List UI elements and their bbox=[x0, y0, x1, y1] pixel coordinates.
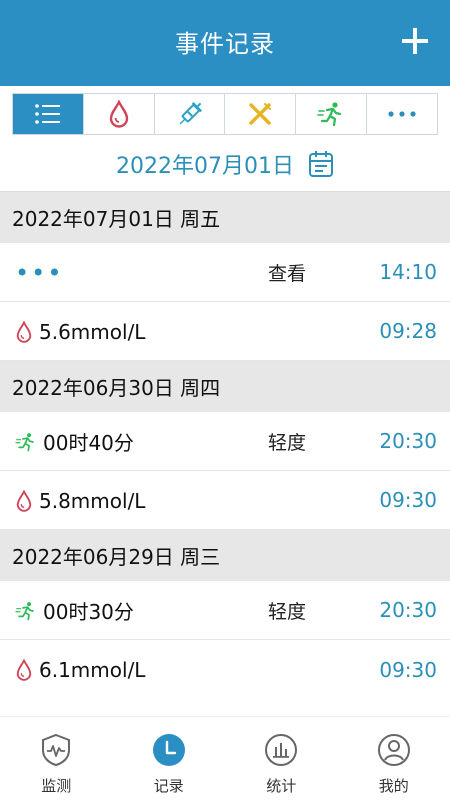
page-title: 事件记录 bbox=[175, 30, 275, 58]
clock-icon bbox=[152, 733, 186, 767]
event-time: 20:30 bbox=[379, 598, 437, 622]
tab-insulin[interactable] bbox=[155, 94, 226, 134]
list-item[interactable]: 00时30分 轻度 20:30 bbox=[0, 581, 450, 640]
blood-drop-icon bbox=[16, 320, 32, 343]
date-picker: 2022年07月01日 bbox=[0, 140, 450, 188]
running-icon bbox=[317, 102, 342, 127]
blood-drop-icon bbox=[16, 489, 32, 512]
list-item-lead: 5.6mmol/L bbox=[15, 302, 145, 361]
event-filter-tabs bbox=[12, 93, 438, 135]
bottom-nav: 监测 记录 统计 我的 bbox=[0, 716, 450, 800]
list-item-lead: 00时40分 bbox=[15, 412, 134, 471]
selected-date[interactable]: 2022年07月01日 bbox=[116, 148, 294, 180]
tab-exercise[interactable] bbox=[296, 94, 368, 134]
event-time: 09:30 bbox=[379, 488, 437, 512]
tab-diet[interactable] bbox=[225, 94, 297, 134]
running-icon bbox=[15, 432, 34, 451]
exercise-intensity: 轻度 bbox=[268, 600, 307, 623]
fork-knife-icon bbox=[249, 103, 272, 125]
list-item[interactable]: 6.1mmol/L 09:30 bbox=[0, 640, 450, 699]
event-time: 09:28 bbox=[379, 319, 437, 343]
app-root: 事件记录 2022年07月01日 2022年07月01日 周五 ••• 查看 1… bbox=[0, 0, 450, 800]
heart-monitor-icon bbox=[39, 733, 73, 767]
nav-label: 我的 bbox=[378, 777, 409, 795]
exercise-duration: 00时40分 bbox=[43, 431, 134, 455]
calendar-icon[interactable] bbox=[308, 150, 334, 178]
nav-label: 记录 bbox=[153, 777, 184, 795]
list-item-lead: ••• bbox=[15, 243, 63, 302]
tab-blood-glucose[interactable] bbox=[84, 94, 155, 134]
glucose-value: 5.8mmol/L bbox=[39, 488, 146, 513]
more-icon: ••• bbox=[15, 258, 64, 287]
list-item-lead: 6.1mmol/L bbox=[15, 640, 145, 699]
nav-label: 统计 bbox=[266, 777, 297, 795]
tab-all[interactable] bbox=[13, 94, 84, 134]
day-header: 2022年06月29日 周三 bbox=[0, 530, 450, 581]
blood-drop-icon bbox=[16, 658, 32, 681]
running-icon bbox=[15, 601, 34, 620]
list-icon bbox=[35, 104, 60, 124]
plus-icon[interactable] bbox=[402, 28, 428, 54]
nav-records[interactable]: 记录 bbox=[113, 717, 226, 800]
nav-stats[interactable]: 统计 bbox=[225, 717, 338, 800]
exercise-intensity: 轻度 bbox=[268, 431, 307, 454]
nav-monitor[interactable]: 监测 bbox=[0, 717, 113, 800]
view-link[interactable]: 查看 bbox=[268, 259, 306, 286]
list-item[interactable]: 5.8mmol/L 09:30 bbox=[0, 471, 450, 530]
nav-label: 监测 bbox=[41, 777, 72, 795]
list-item[interactable]: 00时40分 轻度 20:30 bbox=[0, 412, 450, 471]
list-item-lead: 5.8mmol/L bbox=[15, 471, 145, 530]
nav-profile[interactable]: 我的 bbox=[338, 717, 450, 800]
list-item[interactable]: 5.6mmol/L 09:28 bbox=[0, 302, 450, 361]
glucose-value: 5.6mmol/L bbox=[39, 319, 146, 344]
syringe-icon bbox=[179, 101, 202, 125]
bar-chart-icon bbox=[264, 733, 298, 767]
app-header: 事件记录 bbox=[0, 0, 450, 86]
event-time: 09:30 bbox=[379, 657, 437, 682]
event-list: 2022年07月01日 周五 ••• 查看 14:10 5.6mmol/L 09… bbox=[0, 192, 450, 699]
day-header: 2022年07月01日 周五 bbox=[0, 192, 450, 243]
list-item[interactable]: ••• 查看 14:10 bbox=[0, 243, 450, 302]
blood-drop-icon bbox=[109, 100, 128, 128]
exercise-duration: 00时30分 bbox=[43, 600, 134, 624]
event-time: 14:10 bbox=[379, 260, 437, 284]
list-item-lead: 00时30分 bbox=[15, 581, 134, 640]
day-header: 2022年06月30日 周四 bbox=[0, 361, 450, 412]
user-icon bbox=[377, 733, 411, 767]
glucose-value: 6.1mmol/L bbox=[39, 657, 146, 682]
more-icon bbox=[388, 111, 416, 117]
tab-more[interactable] bbox=[367, 94, 437, 134]
event-time: 20:30 bbox=[379, 429, 437, 453]
